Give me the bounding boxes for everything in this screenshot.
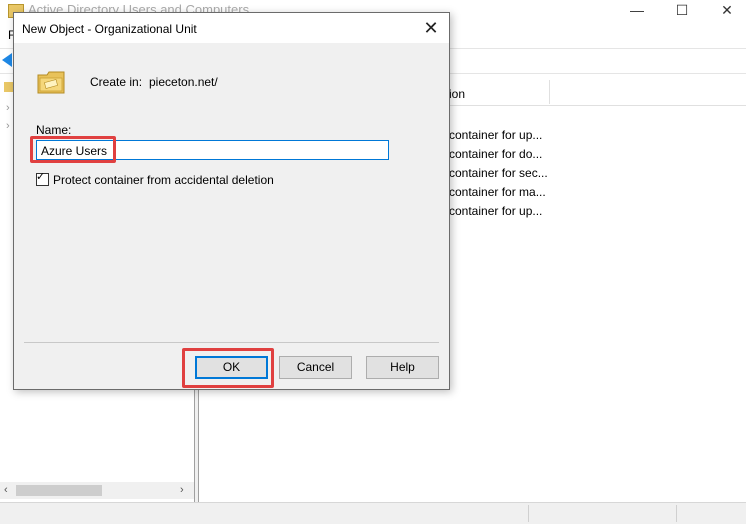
status-bar: [0, 502, 746, 524]
maximize-button[interactable]: ☐: [667, 2, 697, 19]
expand-arrow-icon[interactable]: ›: [6, 102, 10, 114]
dialog-close-button[interactable]: ✕: [414, 17, 448, 41]
ok-highlight-box: [182, 348, 274, 388]
dialog-title: New Object - Organizational Unit: [22, 22, 197, 36]
close-window-button[interactable]: ✕: [712, 2, 742, 19]
name-label: Name:: [36, 123, 72, 137]
create-in-path: pieceton.net/: [149, 75, 218, 89]
list-item[interactable]: container for do...: [449, 147, 542, 161]
protect-checkbox[interactable]: ✓: [36, 171, 49, 186]
column-divider: [549, 80, 550, 104]
list-item[interactable]: container for sec...: [449, 166, 548, 180]
scroll-right-icon[interactable]: ›: [180, 484, 184, 496]
name-highlight-box: [30, 136, 116, 163]
button-separator: [24, 342, 439, 343]
back-arrow-icon[interactable]: [2, 53, 12, 67]
folder-ou-icon: [36, 69, 66, 95]
minimize-button[interactable]: —: [622, 2, 652, 18]
create-in-label: Create in:: [90, 75, 143, 89]
dialog-titlebar: New Object - Organizational Unit ✕: [14, 13, 449, 43]
status-divider: [528, 505, 529, 522]
status-divider: [676, 505, 677, 522]
scroll-thumb[interactable]: [16, 485, 102, 496]
list-item[interactable]: container for up...: [449, 128, 542, 142]
checkmark-icon: ✓: [36, 171, 46, 183]
horizontal-scrollbar[interactable]: ‹ ›: [0, 482, 194, 499]
description-column-header[interactable]: ion: [449, 87, 465, 101]
cancel-button[interactable]: Cancel: [279, 356, 352, 379]
protect-label[interactable]: Protect container from accidental deleti…: [53, 173, 274, 187]
expand-arrow-icon[interactable]: ›: [6, 120, 10, 132]
new-ou-dialog: New Object - Organizational Unit ✕ Creat…: [13, 12, 450, 390]
list-item[interactable]: container for ma...: [449, 185, 546, 199]
help-button[interactable]: Help: [366, 356, 439, 379]
list-item[interactable]: container for up...: [449, 204, 542, 218]
scroll-left-icon[interactable]: ‹: [4, 484, 8, 496]
